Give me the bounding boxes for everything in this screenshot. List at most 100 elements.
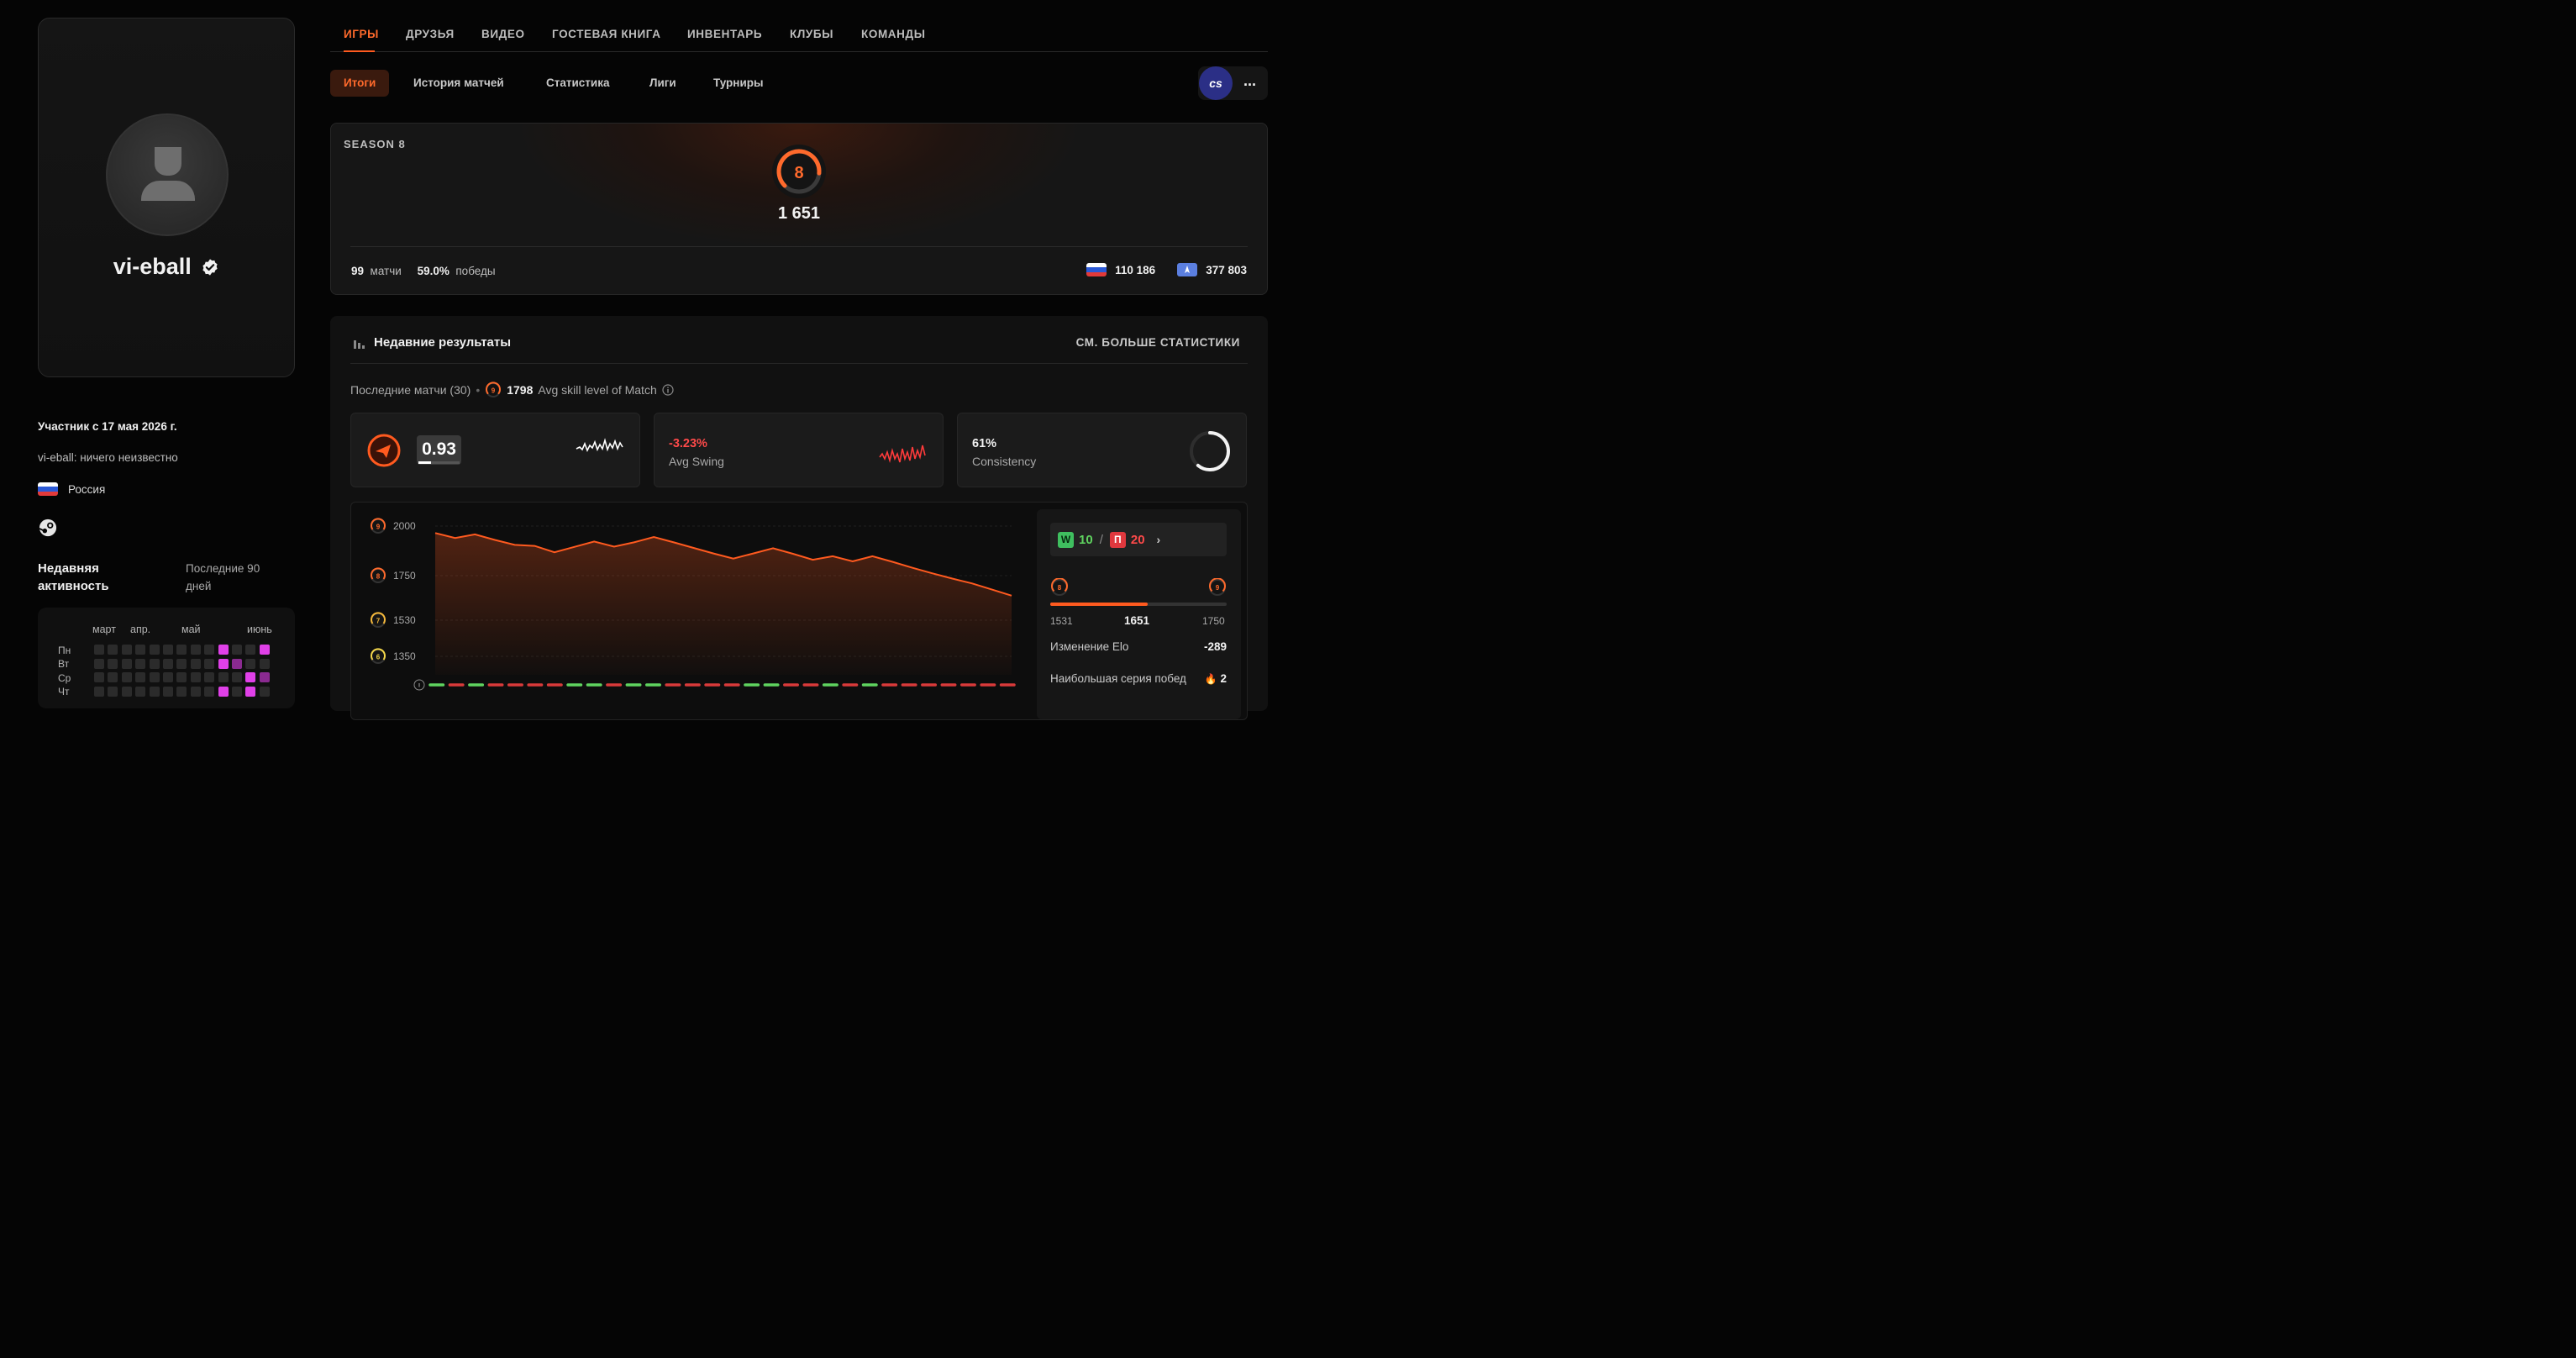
svg-text:9: 9 — [492, 387, 496, 395]
wins-count: 10 — [1079, 532, 1093, 547]
tab-videos[interactable]: ВИДЕО — [481, 28, 525, 40]
heatmap-cell[interactable] — [149, 672, 160, 682]
heatmap-day: Вт — [58, 658, 70, 670]
loss-tag: П — [1109, 531, 1126, 548]
info-icon[interactable] — [662, 384, 674, 396]
subtab-leagues[interactable]: Лиги — [649, 70, 676, 97]
session-summary-panel: W 10 / П 20 › 8 9 1531 1651 1750 Изменен… — [1037, 509, 1241, 719]
avatar — [106, 113, 229, 236]
heatmap-month: июнь — [247, 624, 272, 635]
winrate-value: 59.0% — [417, 265, 449, 277]
see-more-stats-link[interactable]: СМ. БОЛЬШЕ СТАТИСТИКИ — [1076, 336, 1240, 349]
cs-game-icon[interactable]: cs — [1199, 66, 1233, 100]
subtab-statistics[interactable]: Статистика — [546, 70, 609, 97]
heatmap-cell[interactable] — [204, 645, 215, 655]
heatmap-cell[interactable] — [232, 686, 242, 697]
tab-clubs[interactable]: КЛУБЫ — [790, 28, 833, 40]
rating-card[interactable]: 0.93 — [350, 413, 640, 487]
tab-guestbook[interactable]: ГОСТЕВАЯ КНИГА — [552, 28, 661, 40]
heatmap-cell[interactable] — [163, 658, 173, 669]
heatmap-cell[interactable] — [135, 686, 146, 697]
subtab-tournaments[interactable]: Турниры — [713, 70, 764, 97]
heatmap-cell[interactable] — [121, 686, 132, 697]
heatmap-cell[interactable] — [176, 658, 187, 669]
heatmap-cell[interactable] — [108, 686, 118, 697]
range-min: 1531 — [1050, 615, 1073, 627]
heatmap-cell[interactable] — [218, 672, 229, 682]
heatmap-cell[interactable] — [245, 645, 256, 655]
heatmap-cell[interactable] — [259, 686, 270, 697]
heatmap-cell[interactable] — [121, 658, 132, 669]
heatmap-cell[interactable] — [163, 672, 173, 682]
heatmap-cell[interactable] — [94, 658, 104, 669]
heatmap-cell[interactable] — [176, 645, 187, 655]
heatmap-cell[interactable] — [163, 645, 173, 655]
heatmap-cell[interactable] — [94, 686, 104, 697]
heatmap-cell[interactable] — [232, 658, 242, 669]
matches-count: 99 — [351, 265, 365, 277]
heatmap-cell[interactable] — [176, 686, 187, 697]
heatmap-cell[interactable] — [259, 645, 270, 655]
recent-results-card: Недавние результаты СМ. БОЛЬШЕ СТАТИСТИК… — [330, 316, 1268, 720]
more-options-icon[interactable]: ··· — [1243, 76, 1257, 94]
heatmap-cell[interactable] — [259, 658, 270, 669]
heatmap-cell[interactable] — [218, 658, 229, 669]
heatmap-cell[interactable] — [108, 645, 118, 655]
profile-bio: vi-eball: ничего неизвестно — [38, 451, 178, 464]
heatmap-cell[interactable] — [190, 672, 201, 682]
heatmap-cell[interactable] — [204, 672, 215, 682]
heatmap-cell[interactable] — [121, 672, 132, 682]
tab-friends[interactable]: ДРУЗЬЯ — [406, 28, 455, 40]
heatmap-cell[interactable] — [245, 672, 256, 682]
avg-swing-card[interactable]: -3.23% Avg Swing — [654, 413, 944, 487]
heatmap-cell[interactable] — [190, 686, 201, 697]
tab-games[interactable]: ИГРЫ — [344, 28, 379, 40]
subtab-match-history[interactable]: История матчей — [413, 70, 504, 97]
heatmap-cell[interactable] — [204, 658, 215, 669]
consistency-card[interactable]: 61% Consistency — [957, 413, 1247, 487]
heatmap-cell[interactable] — [190, 645, 201, 655]
subtab-summary[interactable]: Итоги — [330, 70, 390, 97]
heatmap-cell[interactable] — [259, 672, 270, 682]
heatmap-cell[interactable] — [163, 686, 173, 697]
heatmap-day: Ср — [58, 672, 71, 684]
heatmap-cell[interactable] — [135, 658, 146, 669]
heatmap-cell[interactable] — [232, 645, 242, 655]
game-switcher[interactable]: cs ··· — [1198, 66, 1268, 100]
heatmap-cell[interactable] — [135, 672, 146, 682]
heatmap-cell[interactable] — [176, 672, 187, 682]
heatmap-cell[interactable] — [218, 645, 229, 655]
country-rank[interactable]: 110 186 — [1115, 264, 1155, 276]
heatmap-month: март — [92, 624, 116, 635]
region-rank[interactable]: 377 803 — [1206, 264, 1247, 276]
heatmap-cell[interactable] — [232, 672, 242, 682]
bar-chart-icon — [354, 338, 365, 353]
member-since: Участник с 17 мая 2026 г. — [38, 420, 177, 433]
heatmap-cell[interactable] — [149, 686, 160, 697]
heatmap-cell[interactable] — [149, 658, 160, 669]
level-progress-bar — [1050, 603, 1227, 606]
heatmap-cell[interactable] — [94, 672, 104, 682]
steam-icon[interactable] — [39, 518, 57, 541]
heatmap-cell[interactable] — [108, 672, 118, 682]
heatmap-cell[interactable] — [218, 686, 229, 697]
heatmap-cell[interactable] — [245, 658, 256, 669]
heatmap-cell[interactable] — [121, 645, 132, 655]
region-icon — [1177, 263, 1198, 276]
heatmap-cell[interactable] — [204, 686, 215, 697]
tab-teams[interactable]: КОМАНДЫ — [861, 28, 926, 40]
heatmap-cell[interactable] — [190, 658, 201, 669]
heatmap-cell[interactable] — [245, 686, 256, 697]
level-progress-fill — [1050, 603, 1148, 606]
heatmap-cell[interactable] — [135, 645, 146, 655]
active-tab-indicator — [344, 50, 375, 52]
wl-separator: / — [1099, 532, 1103, 547]
season-stats: 99 матчи 59.0% победы — [351, 265, 496, 277]
avg-skill-value: 1798 — [507, 383, 534, 397]
win-loss-box[interactable]: W 10 / П 20 › — [1050, 523, 1227, 556]
rankings: 110 186 377 803 — [1086, 263, 1247, 276]
tab-inventory[interactable]: ИНВЕНТАРЬ — [687, 28, 762, 40]
heatmap-cell[interactable] — [94, 645, 104, 655]
heatmap-cell[interactable] — [149, 645, 160, 655]
heatmap-cell[interactable] — [108, 658, 118, 669]
